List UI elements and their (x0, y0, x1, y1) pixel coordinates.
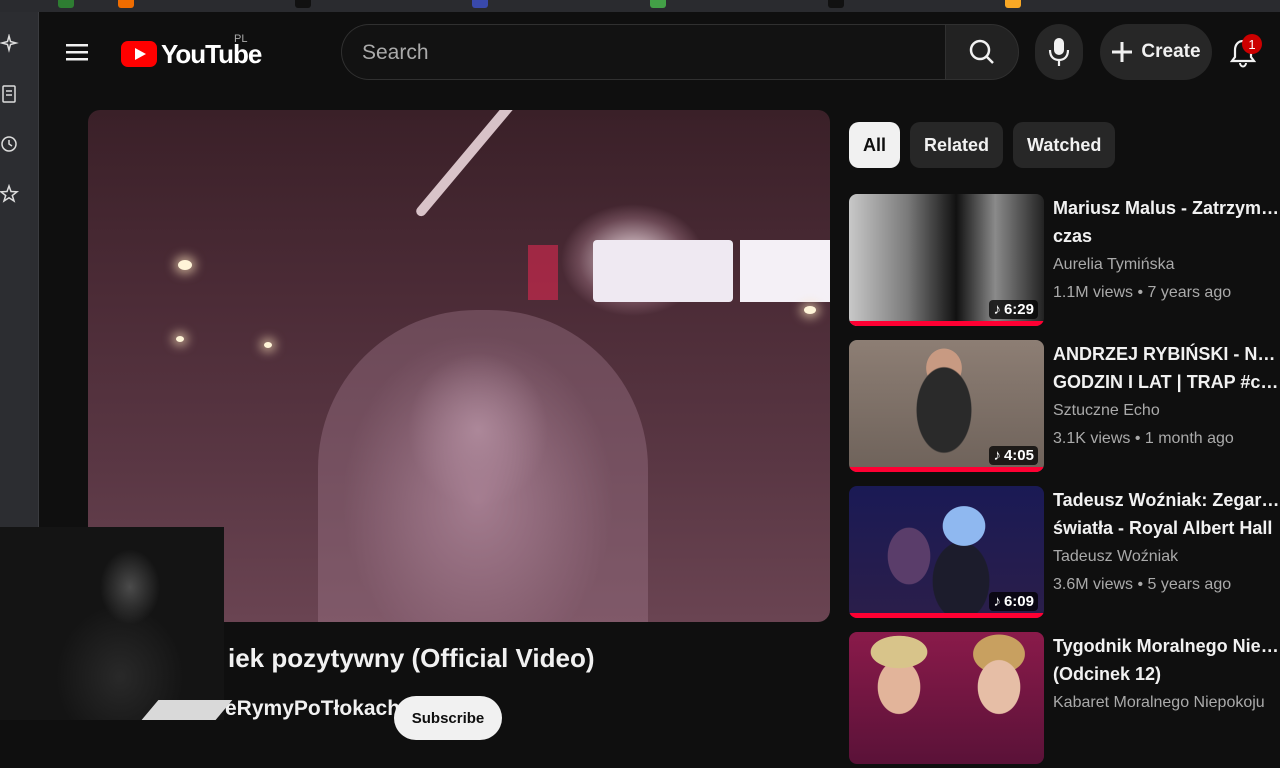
street-lamp (176, 336, 184, 342)
tab-favicon[interactable] (295, 0, 311, 8)
filter-chips: All Related Watched (849, 122, 1116, 168)
search-input[interactable] (360, 25, 924, 81)
youtube-play-logo-icon (121, 41, 157, 67)
masthead: YouTube PL Create 1 (38, 12, 1280, 94)
music-note-icon: ♪ (993, 447, 1001, 464)
recommendation-title[interactable]: Mariusz Malus - Zatrzymany czas (1053, 194, 1280, 250)
video-thumbnail[interactable]: ♪ 6:29 (849, 194, 1044, 326)
subscribe-label: Subscribe (411, 710, 485, 727)
street-lamp (804, 306, 816, 314)
video-thumbnail[interactable] (849, 632, 1044, 764)
tab-favicon[interactable] (472, 0, 488, 8)
recommendation-title[interactable]: Tadeusz Woźniak: Zegarmistrz światła - R… (1053, 486, 1280, 542)
tab-favicon[interactable] (58, 0, 74, 8)
recommendation-channel[interactable]: Aurelia Tymińska (1053, 256, 1175, 274)
search-button[interactable] (945, 24, 1019, 80)
chip-all[interactable]: All (849, 122, 901, 168)
channel-name[interactable]: eRymyPoTłokach (225, 697, 400, 721)
menu-icon[interactable] (66, 40, 90, 64)
title-line: GODZIN I LAT | TRAP #coverai... (1053, 372, 1280, 392)
recommendation-meta: 3.1K views • 1 month ago (1053, 430, 1234, 447)
duration-badge: ♪ 6:29 (989, 300, 1038, 319)
recommendation-channel[interactable]: Kabaret Moralnego Niepokoju (1053, 694, 1265, 712)
tab-favicon[interactable] (118, 0, 134, 8)
tab-favicon[interactable] (828, 0, 844, 8)
webcam-overlay (0, 527, 224, 720)
title-line: czas (1053, 226, 1093, 246)
music-note-icon: ♪ (993, 301, 1001, 318)
subscribe-button[interactable]: Subscribe (394, 696, 502, 740)
create-button[interactable]: Create (1100, 24, 1212, 80)
street-lamp (264, 342, 272, 348)
title-line: ANDRZEJ RYBIŃSKI - NIE LICZE (1053, 344, 1280, 364)
recommendation-item[interactable]: ♪ 6:29 Mariusz Malus - Zatrzymany czas Au… (849, 194, 1280, 330)
plus-icon (1112, 42, 1133, 62)
recommendation-title[interactable]: ANDRZEJ RYBIŃSKI - NIE LICZE GODZIN I LA… (1053, 340, 1280, 396)
music-note-icon: ♪ (993, 593, 1001, 610)
duration-text: 4:05 (1003, 447, 1034, 464)
storefront-sign (528, 245, 558, 300)
video-person-figure (318, 310, 648, 622)
storefront-sign-ca (593, 240, 733, 302)
create-label: Create (1141, 41, 1201, 62)
video-thumbnail[interactable]: ♪ 6:09 (849, 486, 1044, 618)
tab-favicon[interactable] (650, 0, 666, 8)
duration-text: 6:09 (1003, 593, 1034, 610)
favorites-star-icon[interactable] (0, 182, 20, 206)
title-line: (Odcinek 12) (1053, 664, 1162, 684)
recommendation-channel[interactable]: Sztuczne Echo (1053, 402, 1160, 420)
title-line: Mariusz Malus - Zatrzymany (1053, 198, 1280, 218)
history-clock-icon[interactable] (0, 132, 20, 156)
search-icon (969, 39, 994, 64)
country-code: PL (234, 33, 248, 45)
watch-progress (849, 613, 1044, 618)
duration-text: 6:29 (1003, 301, 1034, 318)
sparkle-icon[interactable] (0, 32, 20, 56)
flare-streak (414, 110, 564, 219)
recommendation-title[interactable]: Tygodnik Moralnego Niepokoju (Odcinek 12… (1053, 632, 1280, 688)
recommendation-channel[interactable]: Tadeusz Woźniak (1053, 548, 1178, 566)
video-thumbnail[interactable]: ♪ 4:05 (849, 340, 1044, 472)
title-line: Tadeusz Woźniak: Zegarmistrz (1053, 490, 1280, 510)
street-lamp (178, 260, 192, 270)
notification-badge: 1 (1242, 34, 1262, 54)
watch-progress (849, 321, 1044, 326)
watch-progress (849, 467, 1044, 472)
browser-tab-strip (0, 0, 1280, 12)
video-title: iek pozytywny (Official Video) (228, 643, 595, 673)
chip-watched[interactable]: Watched (1013, 122, 1116, 168)
title-line: światła - Royal Albert Hall (1053, 518, 1273, 538)
recommendation-meta: 3.6M views • 5 years ago (1053, 576, 1232, 593)
microphone-icon (1048, 38, 1070, 66)
storefront-sign-sport (740, 240, 830, 302)
search-box (341, 24, 945, 81)
recommendation-meta: 1.1M views • 7 years ago (1053, 284, 1232, 301)
tab-favicon[interactable] (1005, 0, 1021, 8)
duration-badge: ♪ 4:05 (989, 446, 1038, 465)
chip-related[interactable]: Related (910, 122, 1004, 168)
recommendation-item[interactable]: ♪6:09 Tadeusz Woźniak: Zegarmistrz świat… (849, 486, 1280, 622)
recommendation-item[interactable]: Tygodnik Moralnego Niepokoju (Odcinek 12… (849, 632, 1280, 768)
voice-search-button[interactable] (1035, 24, 1083, 80)
duration-badge: ♪ 6:09 (989, 592, 1038, 611)
reading-list-icon[interactable] (0, 82, 20, 106)
title-line: Tygodnik Moralnego Niepokoju (1053, 636, 1280, 656)
recommendation-item[interactable]: ♪4:05 ANDRZEJ RYBIŃSKI - NIE LICZE GODZI… (849, 340, 1280, 476)
